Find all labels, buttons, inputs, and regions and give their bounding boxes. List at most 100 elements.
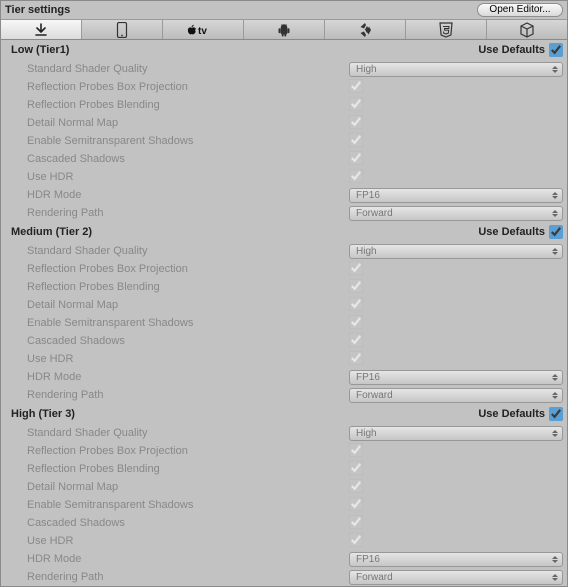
setting-label: Detail Normal Map	[27, 481, 349, 493]
setting-label: Standard Shader Quality	[27, 245, 349, 257]
dropdown-handle-icon	[552, 66, 558, 73]
tier-name: Medium (Tier 2)	[11, 226, 92, 238]
setting-row: Reflection Probes Blending	[1, 278, 567, 296]
setting-checkbox[interactable]	[349, 443, 363, 457]
setting-row: Reflection Probes Box Projection	[1, 442, 567, 460]
setting-dropdown[interactable]: FP16	[349, 188, 563, 203]
header-bar: Tier settings Open Editor...	[1, 1, 567, 20]
setting-row: Enable Semitransparent Shadows	[1, 314, 567, 332]
mobile-icon	[116, 22, 128, 38]
tab-html5[interactable]	[406, 20, 487, 39]
setting-checkbox[interactable]	[349, 133, 363, 147]
setting-label: Reflection Probes Blending	[27, 99, 349, 111]
setting-label: Reflection Probes Blending	[27, 463, 349, 475]
tab-unity[interactable]	[325, 20, 406, 39]
setting-row: Reflection Probes Blending	[1, 460, 567, 478]
setting-dropdown[interactable]: Forward	[349, 570, 563, 585]
tab-download[interactable]	[1, 20, 82, 39]
setting-row: Enable Semitransparent Shadows	[1, 132, 567, 150]
setting-checkbox[interactable]	[349, 533, 363, 547]
setting-row: Cascaded Shadows	[1, 514, 567, 532]
setting-dropdown[interactable]: FP16	[349, 552, 563, 567]
android-icon	[277, 23, 291, 37]
setting-label: Enable Semitransparent Shadows	[27, 499, 349, 511]
setting-label: Rendering Path	[27, 207, 349, 219]
use-defaults-label: Use Defaults	[478, 226, 545, 238]
tier-header: High (Tier 3) Use Defaults	[1, 404, 567, 424]
use-defaults-checkbox[interactable]	[549, 43, 563, 57]
setting-checkbox[interactable]	[349, 351, 363, 365]
setting-checkbox[interactable]	[349, 169, 363, 183]
open-editor-button[interactable]: Open Editor...	[477, 3, 563, 17]
setting-checkbox[interactable]	[349, 515, 363, 529]
setting-label: Use HDR	[27, 353, 349, 365]
dropdown-handle-icon	[552, 574, 558, 581]
setting-label: Standard Shader Quality	[27, 63, 349, 75]
setting-checkbox[interactable]	[349, 461, 363, 475]
setting-label: Enable Semitransparent Shadows	[27, 135, 349, 147]
setting-row: Use HDR	[1, 532, 567, 550]
dropdown-value: High	[356, 428, 377, 439]
setting-label: Standard Shader Quality	[27, 427, 349, 439]
setting-row: Enable Semitransparent Shadows	[1, 496, 567, 514]
dropdown-handle-icon	[552, 430, 558, 437]
setting-row: Standard Shader QualityHigh	[1, 242, 567, 260]
use-defaults-checkbox[interactable]	[549, 225, 563, 239]
setting-dropdown[interactable]: High	[349, 244, 563, 259]
dropdown-value: FP16	[356, 554, 380, 565]
tier-settings-content: Low (Tier1) Use Defaults Standard Shader…	[1, 40, 567, 586]
setting-label: Reflection Probes Blending	[27, 281, 349, 293]
tab-mobile[interactable]	[82, 20, 163, 39]
setting-dropdown[interactable]: Forward	[349, 206, 563, 221]
setting-label: Rendering Path	[27, 389, 349, 401]
appletv-icon: tv	[186, 23, 220, 37]
tab-appletv[interactable]: tv	[163, 20, 244, 39]
setting-dropdown[interactable]: High	[349, 426, 563, 441]
setting-checkbox[interactable]	[349, 315, 363, 329]
setting-dropdown[interactable]: High	[349, 62, 563, 77]
setting-label: Enable Semitransparent Shadows	[27, 317, 349, 329]
setting-checkbox[interactable]	[349, 333, 363, 347]
setting-label: Reflection Probes Box Projection	[27, 445, 349, 457]
setting-label: Reflection Probes Box Projection	[27, 81, 349, 93]
dropdown-value: FP16	[356, 190, 380, 201]
tier-header: Low (Tier1) Use Defaults	[1, 40, 567, 60]
setting-label: Cascaded Shadows	[27, 153, 349, 165]
setting-label: HDR Mode	[27, 371, 349, 383]
setting-checkbox[interactable]	[349, 115, 363, 129]
use-defaults-label: Use Defaults	[478, 44, 545, 56]
dropdown-value: High	[356, 64, 377, 75]
setting-checkbox[interactable]	[349, 297, 363, 311]
setting-row: Detail Normal Map	[1, 296, 567, 314]
setting-row: Rendering Path Forward	[1, 568, 567, 586]
dropdown-handle-icon	[552, 248, 558, 255]
dropdown-handle-icon	[552, 556, 558, 563]
dropdown-handle-icon	[552, 374, 558, 381]
setting-checkbox[interactable]	[349, 479, 363, 493]
setting-row: Cascaded Shadows	[1, 150, 567, 168]
setting-checkbox[interactable]	[349, 79, 363, 93]
setting-checkbox[interactable]	[349, 279, 363, 293]
dropdown-value: Forward	[356, 208, 393, 219]
svg-text:tv: tv	[198, 26, 207, 37]
setting-row: Use HDR	[1, 168, 567, 186]
setting-checkbox[interactable]	[349, 497, 363, 511]
setting-row: Use HDR	[1, 350, 567, 368]
use-defaults-checkbox[interactable]	[549, 407, 563, 421]
setting-row: Reflection Probes Box Projection	[1, 78, 567, 96]
setting-label: Rendering Path	[27, 571, 349, 583]
setting-checkbox[interactable]	[349, 261, 363, 275]
tab-android[interactable]	[244, 20, 325, 39]
setting-row: Standard Shader Quality High	[1, 424, 567, 442]
setting-dropdown[interactable]: Forward	[349, 388, 563, 403]
setting-row: Standard Shader Quality High	[1, 60, 567, 78]
setting-row: Reflection Probes Blending	[1, 96, 567, 114]
tier-name: High (Tier 3)	[11, 408, 75, 420]
dropdown-value: Forward	[356, 572, 393, 583]
setting-checkbox[interactable]	[349, 151, 363, 165]
dropdown-handle-icon	[552, 210, 558, 217]
setting-checkbox[interactable]	[349, 97, 363, 111]
tab-cube[interactable]	[487, 20, 567, 39]
setting-label: Reflection Probes Box Projection	[27, 263, 349, 275]
setting-dropdown[interactable]: FP16	[349, 370, 563, 385]
